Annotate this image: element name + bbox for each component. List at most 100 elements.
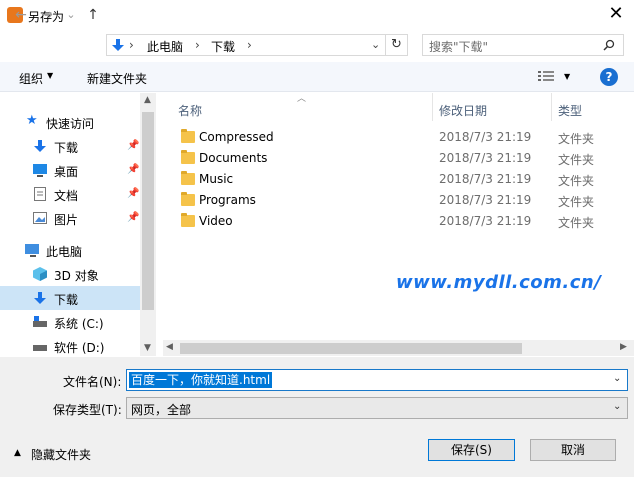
up-icon[interactable]: ↑ — [84, 4, 102, 26]
address-bar[interactable]: › 此电脑 › 下载 › ⌄ — [106, 34, 386, 56]
search-icon[interactable] — [603, 39, 615, 51]
new-folder-button[interactable]: 新建文件夹 — [87, 70, 147, 87]
download-icon — [112, 39, 124, 51]
folder-icon — [181, 171, 195, 185]
sidebar-item-pictures[interactable]: 图片 📌 — [0, 206, 140, 230]
column-header-name[interactable]: 名称 — [178, 102, 202, 119]
breadcrumb-sep: › — [129, 38, 134, 52]
pin-icon: 📌 — [127, 188, 140, 199]
table-row[interactable]: Documents 2018/7/3 21:19 文件夹 — [163, 149, 618, 170]
chevron-down-icon[interactable]: ⌄ — [613, 373, 621, 384]
download-icon — [34, 292, 46, 304]
table-row[interactable]: Video 2018/7/3 21:19 文件夹 — [163, 212, 618, 233]
sidebar-item-label: 图片 — [54, 213, 79, 227]
column-header-date[interactable]: 修改日期 — [439, 102, 487, 119]
navigation-pane: ★ 快速访问 下载 📌 桌面 📌 文档 📌 图片 📌 此电脑 3D 对象 下载 … — [0, 93, 140, 356]
file-name: Compressed — [199, 130, 274, 144]
folder-icon — [181, 192, 195, 206]
file-type: 文件夹 — [558, 216, 595, 230]
close-icon[interactable]: ✕ — [604, 4, 628, 26]
file-date: 2018/7/3 21:19 — [439, 214, 532, 228]
back-icon[interactable]: ← — [12, 4, 30, 26]
sidebar-item-label: 系统 (C:) — [54, 317, 104, 331]
pin-icon: 📌 — [127, 212, 140, 223]
scroll-right-icon[interactable]: ▶ — [620, 342, 627, 352]
breadcrumb-item[interactable]: 此电脑 — [147, 38, 183, 55]
file-type-label: 保存类型(T): — [53, 403, 122, 417]
chevron-up-icon[interactable]: ▲ — [14, 448, 21, 458]
scroll-down-icon[interactable]: ▼ — [144, 343, 151, 353]
sidebar-item-label: 软件 (D:) — [54, 341, 105, 355]
table-row[interactable]: Programs 2018/7/3 21:19 文件夹 — [163, 191, 618, 212]
sidebar-item-documents[interactable]: 文档 📌 — [0, 182, 140, 206]
recent-dropdown-icon[interactable]: ⌄ — [62, 4, 80, 26]
sidebar-item-downloads[interactable]: 下载 — [0, 286, 140, 310]
file-type-value: 网页，全部 — [131, 403, 192, 417]
column-header-type[interactable]: 类型 — [558, 102, 582, 119]
sidebar-item-downloads-pinned[interactable]: 下载 📌 — [0, 134, 140, 158]
column-separator[interactable] — [551, 93, 552, 121]
cube-icon — [33, 267, 47, 281]
download-icon — [34, 140, 46, 152]
forward-icon[interactable]: → — [38, 4, 56, 26]
file-date: 2018/7/3 21:19 — [439, 172, 532, 186]
filename-field[interactable]: 百度一下，你就知道.html ⌄ — [126, 369, 628, 391]
column-separator[interactable] — [432, 93, 433, 121]
filename-value: 百度一下，你就知道.html — [129, 372, 273, 388]
breadcrumb-item[interactable]: 下载 — [211, 38, 235, 55]
breadcrumb-sep: › — [195, 38, 200, 52]
search-input[interactable]: 搜索"下载" — [422, 34, 624, 56]
breadcrumb-sep: › — [247, 38, 252, 52]
drive-icon — [33, 316, 47, 327]
cancel-button[interactable]: 取消 — [530, 439, 616, 461]
filename-label: 文件名(N): — [63, 375, 122, 389]
table-row[interactable]: Compressed 2018/7/3 21:19 文件夹 — [163, 128, 618, 149]
folder-icon — [181, 129, 195, 143]
refresh-icon[interactable]: ↻ — [386, 34, 408, 56]
file-name: Programs — [199, 193, 256, 207]
sidebar-item-label: 快速访问 — [46, 117, 95, 131]
folder-icon — [181, 213, 195, 227]
sidebar-item-label: 下载 — [54, 141, 79, 155]
sidebar-item-desktop[interactable]: 桌面 📌 — [0, 158, 140, 182]
computer-icon — [25, 244, 39, 257]
file-type: 文件夹 — [558, 174, 595, 188]
sidebar-item-this-pc[interactable]: 此电脑 — [0, 238, 140, 262]
table-row[interactable]: Music 2018/7/3 21:19 文件夹 — [163, 170, 618, 191]
sidebar-item-label: 文档 — [54, 189, 79, 203]
scroll-left-icon[interactable]: ◀ — [166, 342, 173, 352]
sort-indicator-icon: ︿ — [297, 94, 307, 104]
scroll-up-icon[interactable]: ▲ — [144, 95, 151, 105]
sidebar-item-drive-d[interactable]: 软件 (D:) — [0, 334, 140, 358]
pin-icon: 📌 — [127, 140, 140, 151]
file-type: 文件夹 — [558, 195, 595, 209]
view-dropdown-icon[interactable]: ▼ — [564, 72, 570, 81]
pin-icon: 📌 — [127, 164, 140, 175]
view-icon[interactable] — [538, 70, 554, 82]
sidebar-item-label: 此电脑 — [46, 245, 83, 259]
picture-icon — [33, 212, 47, 224]
chevron-down-icon[interactable]: ⌄ — [613, 401, 621, 412]
drive-icon — [33, 345, 47, 351]
document-icon — [34, 187, 46, 201]
folder-icon — [181, 150, 195, 164]
sidebar-item-3d-objects[interactable]: 3D 对象 — [0, 262, 140, 286]
help-icon[interactable]: ? — [600, 68, 618, 86]
file-name: Music — [199, 172, 234, 186]
sidebar-item-label: 桌面 — [54, 165, 79, 179]
sidebar-scrollbar-thumb[interactable] — [142, 112, 154, 310]
search-placeholder: 搜索"下载" — [429, 40, 489, 54]
watermark-text: www.mydll.com.cn/ — [396, 272, 602, 293]
horizontal-scrollbar-thumb[interactable] — [180, 343, 522, 354]
organize-button[interactable]: 组织 — [19, 70, 43, 87]
file-type-select[interactable]: 网页，全部 ⌄ — [126, 397, 628, 419]
sidebar-item-label: 下载 — [54, 293, 79, 307]
hide-folders-toggle[interactable]: 隐藏文件夹 — [31, 446, 91, 463]
file-date: 2018/7/3 21:19 — [439, 193, 532, 207]
sidebar-item-drive-c[interactable]: 系统 (C:) — [0, 310, 140, 334]
address-dropdown-icon[interactable]: ⌄ — [371, 38, 380, 51]
star-icon: ★ — [26, 113, 38, 128]
save-button[interactable]: 保存(S) — [428, 439, 515, 461]
sidebar-item-quick-access[interactable]: ★ 快速访问 — [0, 110, 140, 134]
file-name: Documents — [199, 151, 268, 165]
